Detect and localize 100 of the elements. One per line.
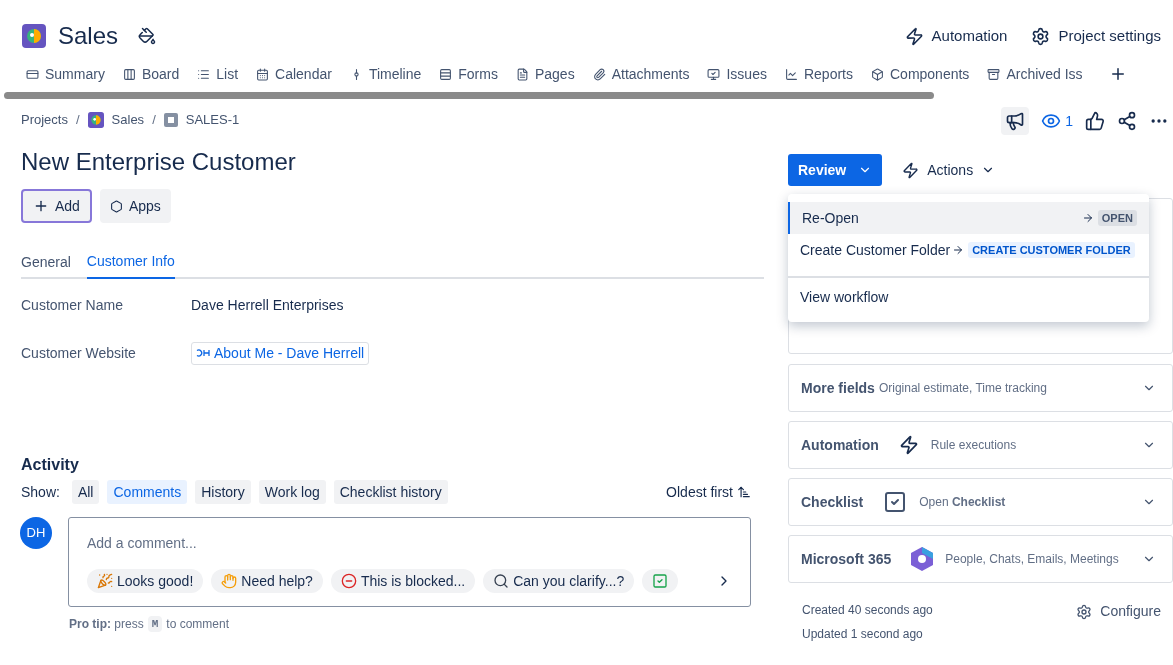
search-icon	[493, 573, 510, 589]
hand-icon	[221, 573, 238, 589]
eye-icon	[1041, 111, 1062, 131]
collapsible-panel[interactable]: Microsoft 365 People, Chats, Emails, Meetings	[788, 535, 1173, 583]
issue-type-icon	[163, 113, 178, 127]
activity-heading: Activity	[21, 455, 80, 475]
components-icon	[871, 67, 884, 81]
collapsible-panel[interactable]: Automation Rule executions	[788, 421, 1173, 469]
comment-input[interactable]: Add a comment...	[87, 533, 732, 554]
field-label: Customer Website	[21, 343, 137, 363]
nav-tab[interactable]: Summary	[26, 63, 105, 85]
lightning-icon	[898, 435, 919, 455]
activity-filter[interactable]: Checklist history	[333, 480, 448, 504]
created-text: Created 40 seconds ago	[802, 602, 933, 619]
breadcrumb-link[interactable]: SALES-1	[185, 110, 240, 130]
collapsible-panel[interactable]: More fields Original estimate, Time tracking	[788, 364, 1173, 412]
activity-filter[interactable]: All	[71, 480, 100, 504]
issues-icon	[707, 67, 721, 81]
breadcrumb-separator: /	[152, 111, 156, 130]
quick-reply-chip[interactable]	[642, 569, 679, 593]
list-icon	[197, 67, 211, 81]
reports-icon	[784, 67, 798, 81]
project-logo-icon	[22, 24, 46, 48]
nav-tab[interactable]: List	[197, 63, 239, 85]
activity-filter[interactable]: History	[195, 480, 251, 504]
loop-logo-icon	[911, 547, 934, 571]
lightning-icon	[902, 161, 920, 179]
pro-tip-text: Pro tip: press	[69, 616, 144, 633]
check-icon	[652, 573, 669, 589]
nav-tab[interactable]: Issues	[707, 63, 767, 85]
lightning-icon	[904, 26, 924, 46]
breadcrumb-link[interactable]: Projects	[21, 110, 68, 130]
transition-label: Re-Open	[802, 208, 859, 228]
actions-button[interactable]: Actions	[902, 159, 996, 181]
field-label: Customer Name	[21, 295, 124, 315]
transition-item[interactable]: Re-Open OPEN	[788, 202, 1149, 234]
panel-subtitle: Original estimate, Time tracking	[878, 380, 1047, 397]
thumbs-up-icon[interactable]	[1085, 111, 1105, 131]
nav-tab[interactable]: Calendar	[256, 63, 332, 85]
comment-box[interactable]: Add a comment... Looks good! Need help? This is blocked... Can you clarify...?	[68, 517, 751, 607]
project-title: Sales	[58, 21, 119, 51]
apps-button[interactable]: Apps	[99, 189, 171, 223]
activity-filter[interactable]: Comments	[107, 480, 188, 504]
project-logo-icon	[87, 112, 104, 128]
breadcrumb-link[interactable]: Sales	[111, 110, 145, 130]
nav-tab[interactable]: Forms	[439, 63, 498, 85]
project-settings-button[interactable]: Project settings	[1031, 24, 1161, 48]
quick-reply-chip[interactable]: Looks good!	[87, 569, 204, 593]
forms-icon	[439, 67, 453, 81]
panel-title: Checklist	[801, 492, 864, 512]
nav-tab[interactable]: Archived Iss	[987, 63, 1088, 85]
paint-bucket-icon[interactable]	[138, 27, 157, 45]
collapsible-panel[interactable]: Checklist Open Checklist	[788, 478, 1173, 526]
user-avatar: DH	[20, 517, 52, 549]
issue-tab[interactable]: Customer Info	[86, 251, 175, 279]
view-workflow-item[interactable]: View workflow	[788, 280, 1149, 314]
settings-icon	[1076, 603, 1093, 620]
attachments-icon	[592, 67, 606, 81]
summary-icon	[26, 67, 39, 81]
panel-subtitle: Open Checklist	[919, 494, 1006, 511]
review-button[interactable]: Review	[788, 154, 883, 186]
nav-tab[interactable]: Reports	[784, 63, 853, 85]
panel-title: Microsoft 365	[801, 549, 892, 569]
sort-icon	[737, 485, 751, 499]
automation-button[interactable]: Automation	[904, 24, 1008, 48]
watch-button[interactable]: 1	[1041, 110, 1073, 132]
status-lozenge: OPEN	[1097, 209, 1137, 227]
site-favicon-icon	[196, 349, 210, 357]
share-icon[interactable]	[1117, 111, 1137, 131]
quick-reply-chip[interactable]: This is blocked...	[330, 569, 476, 593]
nav-tab[interactable]: Board	[122, 63, 180, 85]
quick-reply-chip[interactable]: Need help?	[211, 569, 323, 593]
nav-tab[interactable]: Attachments	[592, 63, 690, 85]
website-link[interactable]: About Me - Dave Herrell	[191, 341, 370, 365]
transition-item[interactable]: Create Customer Folder CREATE CUSTOMER FOLDER	[788, 234, 1149, 266]
archived-icon	[987, 67, 1001, 81]
nav-tab[interactable]: Components	[871, 63, 970, 85]
breadcrumb-separator: /	[75, 111, 80, 130]
keyboard-key: M	[147, 615, 163, 633]
configure-button[interactable]: Configure	[1076, 601, 1161, 622]
megaphone-icon	[1005, 111, 1026, 131]
sort-button[interactable]: Oldest first	[666, 481, 751, 503]
quick-reply-chip[interactable]: Can you clarify...?	[483, 569, 635, 593]
panel-title: Automation	[801, 435, 879, 455]
scrollbar[interactable]	[4, 91, 934, 99]
show-label: Show:	[21, 482, 60, 502]
nav-tab[interactable]: Pages	[515, 63, 575, 85]
issue-tab[interactable]: General	[21, 251, 71, 279]
announce-button[interactable]	[1001, 107, 1030, 135]
arrow-right-icon	[952, 244, 965, 256]
pages-icon	[515, 67, 529, 81]
panel-title: More fields	[801, 378, 875, 398]
nav-tab[interactable]: Timeline	[349, 63, 422, 85]
calendar-icon	[256, 67, 270, 81]
settings-icon	[1031, 26, 1051, 46]
panel-subtitle: People, Chats, Emails, Meetings	[945, 551, 1119, 568]
add-button[interactable]: Add	[21, 189, 92, 223]
activity-filter[interactable]: Work log	[258, 480, 326, 504]
hexagon-icon	[109, 199, 123, 213]
field-value: Dave Herrell Enterprises	[191, 295, 344, 315]
